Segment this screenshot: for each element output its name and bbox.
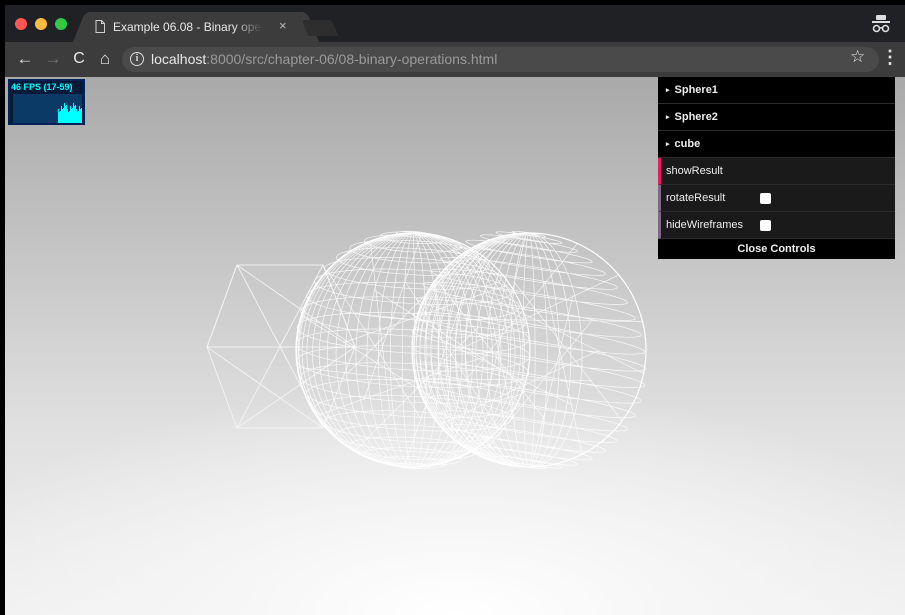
window-close-button[interactable] <box>15 18 27 30</box>
cube-wireframe <box>206 264 356 429</box>
fps-stats-panel[interactable]: 46 FPS (17-59) <box>8 79 85 125</box>
show-result-label: showResult <box>666 165 723 177</box>
rotate-result-checkbox[interactable] <box>760 193 771 204</box>
dat-gui-panel: ▸ Sphere1 ▸ Sphere2 ▸ cube showResult rotat… <box>658 77 895 259</box>
fps-graph <box>13 94 82 123</box>
folder-sphere1[interactable]: ▸ Sphere1 <box>658 77 895 104</box>
folder-label: cube <box>674 138 701 150</box>
star-icon[interactable]: ☆ <box>850 47 865 67</box>
window-maximize-button[interactable] <box>55 18 67 30</box>
close-controls-button[interactable]: Close Controls <box>658 239 895 259</box>
rotate-result-control: rotateResult <box>658 185 895 212</box>
tab-close-icon[interactable]: × <box>279 18 287 33</box>
hide-wireframes-control: hideWireframes <box>658 212 895 239</box>
show-result-button[interactable]: showResult <box>658 158 895 185</box>
tab-strip: Example 06.08 - Binary operations × <box>5 5 905 42</box>
triangle-right-icon: ▸ <box>666 141 670 148</box>
info-icon[interactable]: i <box>130 52 144 66</box>
folder-sphere2[interactable]: ▸ Sphere2 <box>658 104 895 131</box>
more-vert-icon[interactable]: ⋮ <box>881 47 899 68</box>
hide-wireframes-label: hideWireframes <box>666 219 744 231</box>
home-button[interactable]: ⌂ <box>95 48 115 70</box>
browser-toolbar: ← → C ⌂ i localhost:8000/src/chapter-06/… <box>5 42 905 77</box>
url-path: :8000/src/chapter-06/08-binary-operation… <box>206 51 498 67</box>
browser-window: Example 06.08 - Binary operations × ← → … <box>5 5 905 615</box>
sphere1-wireframe <box>295 230 531 470</box>
page-icon <box>95 20 105 33</box>
folder-label: Sphere1 <box>674 84 718 96</box>
triangle-right-icon: ▸ <box>666 87 670 94</box>
triangle-right-icon: ▸ <box>666 114 670 121</box>
incognito-icon <box>872 15 890 33</box>
folder-label: Sphere2 <box>674 111 718 123</box>
hide-wireframes-checkbox[interactable] <box>760 220 771 231</box>
sphere2-wireframe <box>411 230 647 470</box>
address-bar[interactable]: i localhost:8000/src/chapter-06/08-binar… <box>122 47 879 72</box>
folder-cube[interactable]: ▸ cube <box>658 131 895 158</box>
rotate-result-label: rotateResult <box>666 192 726 204</box>
back-button[interactable]: ← <box>15 48 35 70</box>
url-text[interactable]: localhost:8000/src/chapter-06/08-binary-… <box>151 51 497 67</box>
page-viewport[interactable]: 46 FPS (17-59) ▸ Sphere1 ▸ Sphere2 ▸ cube s… <box>5 77 905 615</box>
forward-button[interactable]: → <box>43 48 63 70</box>
browser-tab[interactable]: Example 06.08 - Binary operations × <box>87 12 305 42</box>
tab-title: Example 06.08 - Binary operations <box>113 20 263 34</box>
reload-button[interactable]: C <box>69 48 89 70</box>
new-tab-button[interactable] <box>301 20 339 36</box>
fps-label: 46 FPS (17-59) <box>11 82 73 92</box>
url-host: localhost <box>151 51 207 67</box>
window-minimize-button[interactable] <box>35 18 47 30</box>
